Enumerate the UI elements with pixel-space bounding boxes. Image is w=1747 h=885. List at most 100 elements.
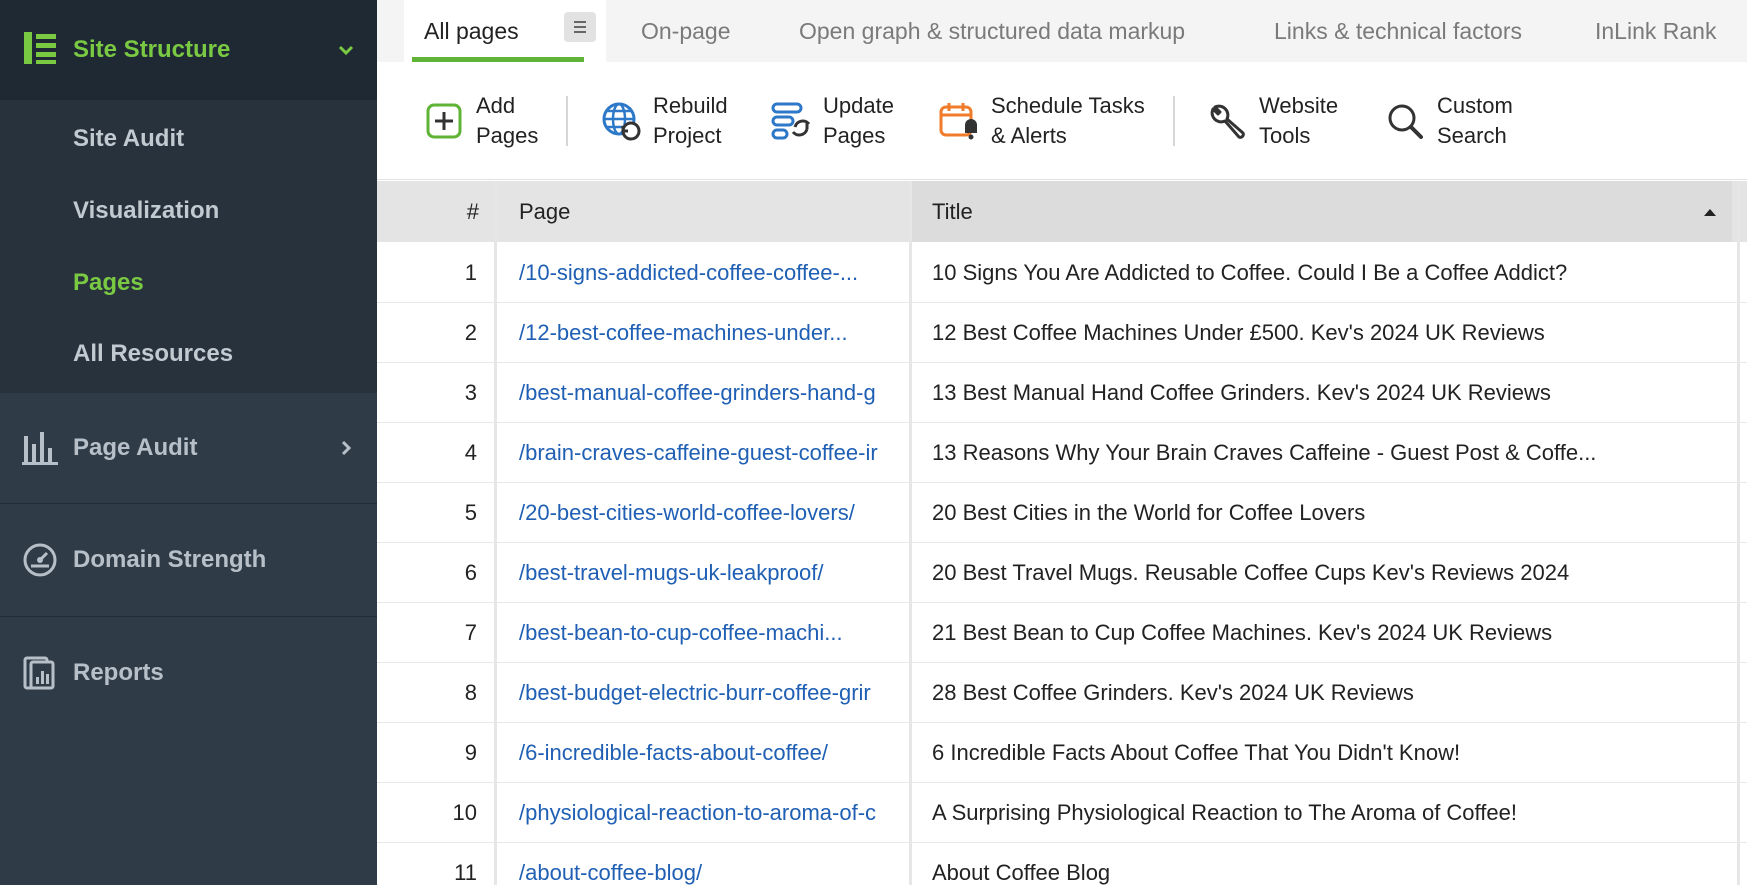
sidebar-item-page-audit[interactable]: Page Audit [0, 393, 377, 503]
update-pages-button[interactable]: Update Pages [769, 90, 894, 152]
rebuild-project-button[interactable]: Rebuild Project [599, 90, 728, 152]
calendar-alert-icon [939, 103, 977, 140]
sidebar-label-reports: Reports [73, 659, 164, 686]
page-audit-icon [22, 432, 58, 465]
tab-on-page[interactable]: On-page [641, 0, 731, 62]
page-url-link[interactable]: /about-coffee-blog/ [519, 843, 907, 885]
page-title-cell: 10 Signs You Are Addicted to Coffee. Cou… [932, 260, 1568, 285]
page-title-cell: 12 Best Coffee Machines Under £500. Kev'… [932, 320, 1545, 345]
page-url-link[interactable]: /best-bean-to-cup-coffee-machi... [519, 603, 907, 663]
sidebar-label-page-audit: Page Audit [73, 434, 198, 461]
page-url-link[interactable]: /best-budget-electric-burr-coffee-grir [519, 663, 907, 723]
custom-search-label: Custom Search [1437, 93, 1513, 148]
page-title-cell: About Coffee Blog [932, 860, 1111, 885]
page-title-cell: 6 Incredible Facts About Coffee That You… [932, 740, 1461, 765]
sidebar-item-domain-strength[interactable]: Domain Strength [0, 504, 377, 616]
column-separator [494, 181, 497, 885]
table-header: # Page Title [377, 181, 1747, 242]
tab-all-pages[interactable]: All pages [404, 0, 606, 62]
sidebar-item-pages[interactable]: Pages [73, 269, 144, 297]
custom-search-button[interactable]: Custom Search [1383, 90, 1513, 152]
page-title-cell: 21 Best Bean to Cup Coffee Machines. Kev… [932, 620, 1553, 645]
sidebar-item-visualization[interactable]: Visualization [73, 197, 219, 225]
table-row[interactable]: 7/best-bean-to-cup-coffee-machi... 21 Bes… [377, 603, 1747, 663]
table-row[interactable]: 5/20-best-cities-world-coffee-lovers/20 … [377, 483, 1747, 543]
update-icon [771, 102, 811, 140]
page-url-link[interactable]: /best-manual-coffee-grinders-hand-g [519, 363, 907, 423]
sidebar-item-all-resources[interactable]: All Resources [73, 340, 233, 368]
page-title-cell: 28 Best Coffee Grinders. Kev's 2024 UK R… [932, 680, 1414, 705]
tab-links-technical[interactable]: Links & technical factors [1274, 0, 1522, 62]
column-header-title-label: Title [932, 198, 973, 224]
column-separator [1737, 181, 1740, 885]
column-header-page[interactable]: Page [519, 181, 899, 242]
toolbar-separator [1173, 96, 1175, 146]
table-row[interactable]: 1/10-signs-addicted-coffee-coffee-... 10 … [377, 243, 1747, 303]
column-separator [909, 181, 912, 885]
row-number: 5 [464, 500, 477, 525]
site-structure-icon [24, 32, 56, 64]
chevron-down-icon[interactable] [337, 41, 355, 59]
add-icon [426, 103, 462, 139]
wrench-icon [1210, 104, 1245, 139]
sidebar-label-domain-strength: Domain Strength [73, 546, 267, 573]
search-icon [1388, 104, 1423, 139]
page-title-cell: A Surprising Physiological Reaction to T… [932, 800, 1517, 825]
column-header-number[interactable]: # [377, 181, 479, 242]
tab-bar: All pages On-page Open graph & structure… [377, 0, 1747, 62]
reports-icon [23, 656, 55, 690]
toolbar-separator [566, 96, 568, 146]
menu-icon[interactable] [564, 12, 596, 42]
page-title-cell: 20 Best Cities in the World for Coffee L… [932, 500, 1366, 525]
page-url-link[interactable]: /12-best-coffee-machines-under... [519, 303, 907, 363]
tab-open-graph[interactable]: Open graph & structured data markup [799, 0, 1185, 62]
tab-inlink-rank[interactable]: InLink Rank [1595, 0, 1716, 62]
tab-label: All pages [424, 17, 519, 44]
website-tools-label: Website Tools [1259, 93, 1339, 148]
update-pages-label: Update Pages [823, 93, 894, 148]
gauge-icon [23, 543, 57, 577]
chevron-right-icon[interactable] [337, 439, 355, 457]
row-number: 9 [464, 740, 477, 765]
site-structure-submenu: Site Audit Visualization Pages All Resou… [0, 100, 377, 393]
add-pages-button[interactable]: Add Pages [422, 90, 538, 152]
page-title-cell: 20 Best Travel Mugs. Reusable Coffee Cup… [932, 560, 1570, 585]
sidebar-item-reports[interactable]: Reports [0, 617, 377, 729]
row-number: 3 [464, 380, 477, 405]
table-row[interactable]: 9/6-incredible-facts-about-coffee/6 Incr… [377, 723, 1747, 783]
row-number: 6 [464, 560, 477, 585]
table-row[interactable]: 3/best-manual-coffee-grinders-hand-g 13 B… [377, 363, 1747, 423]
sort-ascending-icon [1704, 209, 1716, 216]
table-row[interactable]: 11/about-coffee-blog/About Coffee Blog [377, 843, 1747, 885]
pages-table: # Page Title 1/10-signs-addicted-coffee-… [377, 181, 1747, 885]
sidebar-item-site-audit[interactable]: Site Audit [73, 125, 184, 153]
website-tools-button[interactable]: Website Tools [1205, 90, 1338, 152]
page-url-link[interactable]: /6-incredible-facts-about-coffee/ [519, 723, 907, 783]
page-url-link[interactable]: /physiological-reaction-to-aroma-of-c [519, 783, 907, 843]
table-row[interactable]: 6/best-travel-mugs-uk-leakproof/20 Best … [377, 543, 1747, 603]
toolbar: Add Pages Rebuild Project Update Pages S… [377, 62, 1747, 180]
page-title-cell: 13 Reasons Why Your Brain Craves Caffein… [932, 440, 1597, 465]
page-url-link[interactable]: /best-travel-mugs-uk-leakproof/ [519, 543, 907, 603]
row-number: 1 [464, 260, 477, 285]
globe-refresh-icon [602, 102, 641, 141]
page-url-link[interactable]: /20-best-cities-world-coffee-lovers/ [519, 483, 907, 543]
table-row[interactable]: 10/physiological-reaction-to-aroma-of-c A… [377, 783, 1747, 843]
rebuild-project-label: Rebuild Project [653, 93, 728, 148]
column-header-title[interactable]: Title [912, 181, 1732, 242]
table-row[interactable]: 4/brain-craves-caffeine-guest-coffee-ir 1… [377, 423, 1747, 483]
page-title-cell: 13 Best Manual Hand Coffee Grinders. Kev… [932, 380, 1551, 405]
page-url-link[interactable]: /10-signs-addicted-coffee-coffee-... [519, 243, 907, 303]
row-number: 7 [464, 620, 477, 645]
sidebar-item-site-structure[interactable]: Site Structure [0, 0, 377, 100]
row-number: 2 [464, 320, 477, 345]
row-number: 8 [464, 680, 477, 705]
table-row[interactable]: 2/12-best-coffee-machines-under... 12 Bes… [377, 303, 1747, 363]
sidebar-label-site-structure: Site Structure [73, 36, 231, 63]
schedule-tasks-button[interactable]: Schedule Tasks & Alerts [937, 90, 1145, 152]
sidebar: Site Structure Site Audit Visualization … [0, 0, 377, 885]
page-url-link[interactable]: /brain-craves-caffeine-guest-coffee-ir [519, 423, 907, 483]
table-row[interactable]: 8/best-budget-electric-burr-coffee-grir 2… [377, 663, 1747, 723]
schedule-tasks-label: Schedule Tasks & Alerts [991, 93, 1145, 148]
row-number: 4 [464, 440, 477, 465]
